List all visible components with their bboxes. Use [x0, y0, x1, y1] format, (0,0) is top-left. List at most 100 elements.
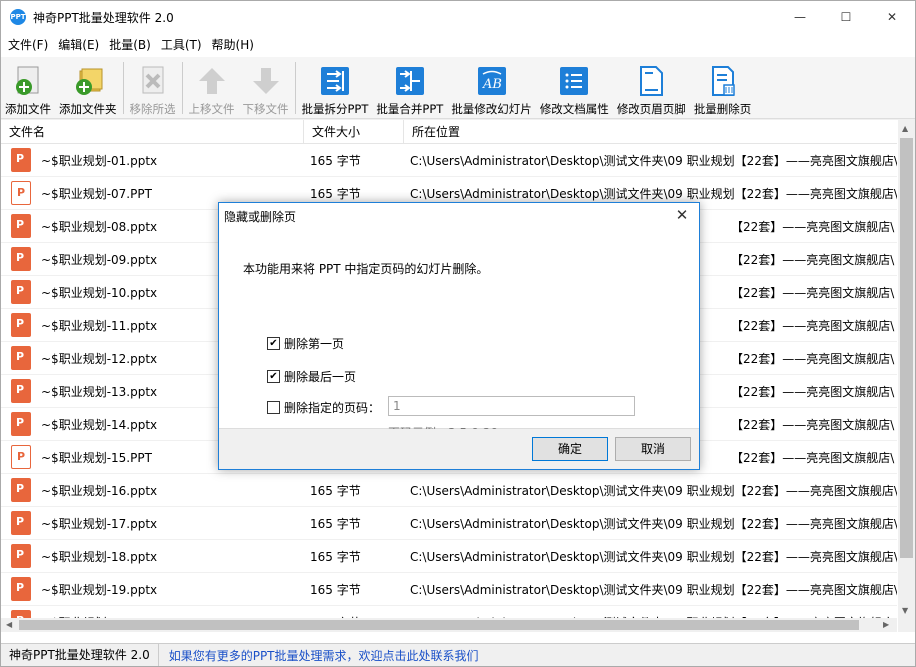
close-button[interactable]: ✕ — [869, 1, 915, 33]
batch-edit-slides-button[interactable]: AB 批量修改幻灯片 — [447, 57, 536, 119]
split-icon — [317, 63, 353, 99]
file-path: C:\Users\Administrator\Desktop\测试文件夹\09 … — [410, 549, 897, 564]
add-file-icon — [10, 63, 46, 99]
edit-header-footer-button[interactable]: 修改页眉页脚 — [613, 57, 690, 119]
batch-merge-label: 批量合并PPT — [376, 102, 444, 116]
scroll-down-icon[interactable]: ▼ — [902, 606, 908, 615]
horizontal-scroll-thumb[interactable] — [19, 620, 859, 630]
file-path: C:\Users\Administrator\Desktop\测试文件夹\09 … — [410, 186, 897, 201]
file-size: 165 字节 — [310, 549, 361, 564]
maximize-button[interactable]: ☐ — [823, 1, 869, 33]
status-app-name: 神奇PPT批量处理软件 2.0 — [1, 643, 159, 666]
file-size: 165 字节 — [310, 516, 361, 531]
header-footer-icon — [633, 63, 669, 99]
table-row[interactable]: ~$职业规划-01.pptx 165 字节 C:\Users\Administrat… — [1, 144, 897, 177]
ppt-file-icon — [11, 247, 31, 271]
file-path: C:\Users\Administrator\Desktop\测试文件夹\09 … — [410, 483, 897, 498]
menu-tools[interactable]: 工具(T) — [156, 33, 207, 57]
batch-merge-button[interactable]: 批量合并PPT — [372, 57, 447, 119]
remove-selected-button[interactable]: 移除所选 — [126, 57, 180, 119]
table-row[interactable]: ~$职业规划-18.pptx 165 字节 C:\Users\Administrat… — [1, 540, 897, 573]
toolbar: 添加文件 添加文件夹 移除所选 上移文件 下移文件 批量拆分PPT 批量合并PP… — [1, 57, 915, 119]
merge-icon — [392, 63, 428, 99]
file-name-cell: ~$职业规划-18.pptx — [1, 544, 304, 568]
ppt-file-icon — [11, 412, 31, 436]
menu-bar: 文件(F) 编辑(E) 批量(B) 工具(T) 帮助(H) — [1, 33, 915, 57]
move-down-label: 下移文件 — [242, 102, 289, 116]
edit-properties-label: 修改文档属性 — [539, 102, 609, 116]
scroll-left-icon[interactable]: ◀ — [6, 620, 12, 629]
move-down-button[interactable]: 下移文件 — [239, 57, 293, 119]
ppt-file-icon — [11, 346, 31, 370]
file-path: C:\Users\Administrator\Desktop\测试文件夹\09 … — [410, 516, 897, 531]
option-delete-custom[interactable]: 删除指定的页码： — [267, 399, 380, 416]
page-number-input[interactable]: 1 — [388, 396, 635, 416]
dialog-title: 隐藏或删除页 — [224, 209, 297, 224]
ppt-file-icon — [11, 379, 31, 403]
menu-batch[interactable]: 批量(B) — [104, 33, 156, 57]
vertical-scrollbar[interactable]: ▲ ▼ — [898, 120, 915, 632]
file-name: ~$职业规划-08.pptx — [41, 219, 158, 234]
arrow-down-icon — [248, 63, 284, 99]
file-name: ~$职业规划-19.pptx — [41, 582, 158, 597]
batch-split-button[interactable]: 批量拆分PPT — [298, 57, 373, 119]
ok-button[interactable]: 确定 — [532, 437, 608, 461]
toolbar-separator — [294, 62, 296, 114]
arrow-up-icon — [194, 63, 230, 99]
file-size: 165 字节 — [310, 582, 361, 597]
option-delete-first[interactable]: ✔ 删除第一页 — [267, 335, 344, 352]
ppt-file-icon — [11, 544, 31, 568]
column-header-name[interactable]: 文件名 — [1, 120, 304, 143]
file-name: ~$职业规划-18.pptx — [41, 549, 158, 564]
file-name: ~$职业规划-17.pptx — [41, 516, 158, 531]
file-size: 165 字节 — [310, 186, 361, 201]
batch-delete-page-button[interactable]: 批量删除页 — [690, 57, 756, 119]
cancel-button[interactable]: 取消 — [615, 437, 691, 461]
menu-file[interactable]: 文件(F) — [3, 33, 53, 57]
checkbox-delete-last[interactable]: ✔ — [267, 370, 280, 383]
add-file-label: 添加文件 — [5, 102, 51, 116]
toolbar-separator — [181, 62, 183, 114]
scroll-right-icon[interactable]: ▶ — [883, 620, 889, 629]
add-file-button[interactable]: 添加文件 — [1, 57, 55, 119]
horizontal-scrollbar[interactable]: ◀ ▶ — [1, 618, 897, 632]
dialog-title-bar: 隐藏或删除页 ✕ — [219, 203, 699, 229]
move-up-button[interactable]: 上移文件 — [185, 57, 239, 119]
ppt-file-icon — [11, 181, 31, 205]
batch-edit-slides-label: 批量修改幻灯片 — [451, 102, 532, 116]
table-row[interactable]: ~$职业规划-19.pptx 165 字节 C:\Users\Administrat… — [1, 573, 897, 606]
column-header-size[interactable]: 文件大小 — [304, 120, 404, 143]
table-row[interactable]: ~$职业规划-16.pptx 165 字节 C:\Users\Administrat… — [1, 474, 897, 507]
menu-help[interactable]: 帮助(H) — [207, 33, 259, 57]
file-name: ~$职业规划-11.pptx — [41, 318, 158, 333]
checkbox-delete-custom[interactable] — [267, 401, 280, 414]
file-name: ~$职业规划-13.pptx — [41, 384, 158, 399]
ppt-file-icon — [11, 148, 31, 172]
minimize-icon: — — [794, 10, 806, 24]
column-header-path[interactable]: 所在位置 — [404, 120, 897, 143]
batch-delete-page-label: 批量删除页 — [693, 102, 752, 116]
edit-header-footer-label: 修改页眉页脚 — [616, 102, 686, 116]
edit-properties-button[interactable]: 修改文档属性 — [536, 57, 613, 119]
label-delete-last: 删除最后一页 — [284, 370, 357, 384]
scroll-up-icon[interactable]: ▲ — [902, 124, 908, 133]
window-controls: — ☐ ✕ — [777, 1, 915, 33]
list-header: 文件名 文件大小 所在位置 — [1, 120, 897, 144]
title-bar: PPT 神奇PPT批量处理软件 2.0 — ☐ ✕ — [1, 1, 915, 33]
delete-page-dialog: 隐藏或删除页 ✕ 本功能用来将 PPT 中指定页码的幻灯片删除。 ✔ 删除第一页… — [218, 202, 700, 470]
table-row[interactable]: ~$职业规划-17.pptx 165 字节 C:\Users\Administrat… — [1, 507, 897, 540]
file-name-cell: ~$职业规划-19.pptx — [1, 577, 304, 601]
add-folder-button[interactable]: 添加文件夹 — [55, 57, 121, 119]
ppt-file-icon — [11, 280, 31, 304]
move-up-label: 上移文件 — [188, 102, 235, 116]
menu-edit[interactable]: 编辑(E) — [53, 33, 104, 57]
contact-link[interactable]: 如果您有更多的PPT批量处理需求，欢迎点击此处联系我们 — [159, 647, 479, 664]
vertical-scroll-thumb[interactable] — [900, 138, 913, 558]
ppt-file-icon — [11, 445, 31, 469]
option-delete-last[interactable]: ✔ 删除最后一页 — [267, 368, 356, 385]
checkbox-delete-first[interactable]: ✔ — [267, 337, 280, 350]
toolbar-separator — [122, 62, 124, 114]
file-name: ~$职业规划-12.pptx — [41, 351, 158, 366]
dialog-close-icon[interactable]: ✕ — [673, 206, 691, 224]
minimize-button[interactable]: — — [777, 1, 823, 33]
